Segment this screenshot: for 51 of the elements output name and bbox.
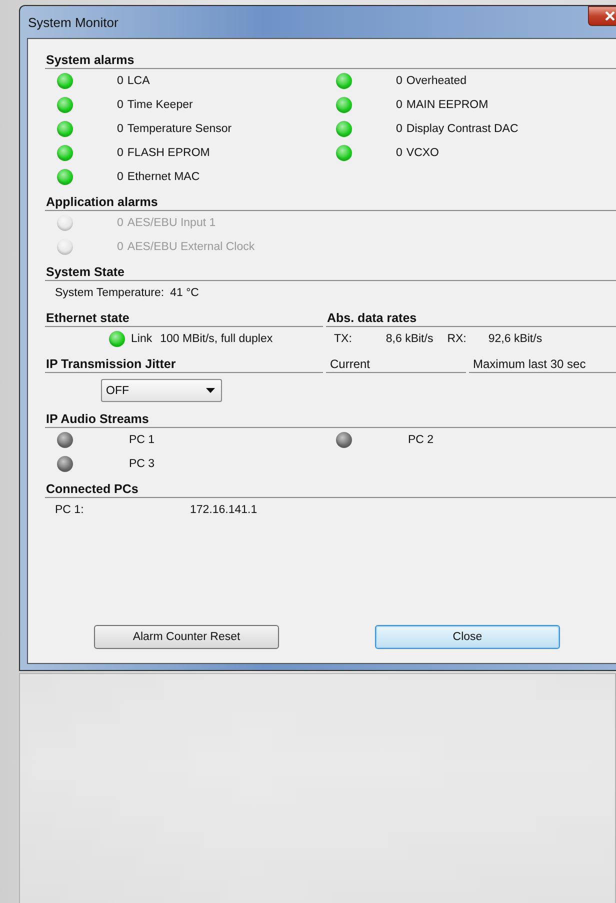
alarm-count: 0 (396, 147, 402, 159)
alarm-count: 0 (117, 241, 124, 253)
jitter-dropdown[interactable]: OFF (101, 379, 222, 402)
link-label: Link (131, 333, 152, 345)
section-heading: IP Transmission Jitter (45, 357, 323, 373)
section-heading: IP Audio Streams (45, 412, 616, 428)
alarm-label: VCXO (406, 147, 439, 159)
alarm-label: Ethernet MAC (127, 171, 200, 183)
section-heading: Application alarms (45, 195, 616, 211)
dialog-button[interactable]: Alarm Counter Reset (94, 625, 279, 649)
column-heading: Maximum last 30 sec (469, 357, 616, 373)
alarm-count: 0 (117, 217, 124, 229)
temperature-label: System Temperature: (55, 287, 164, 299)
alarm-label: Display Contrast DAC (406, 123, 518, 135)
temperature-value: 41 °C (170, 287, 199, 299)
rx-label: RX: (447, 333, 466, 345)
alarm-count: 0 (117, 75, 124, 87)
window-title: System Monitor (28, 14, 118, 30)
stream-label: PC 3 (129, 458, 155, 470)
alarm-count: 0 (117, 171, 124, 183)
section-heading: Abs. data rates (326, 311, 616, 327)
pc-address: 172.16.141.1 (190, 504, 258, 516)
alarm-label: Overheated (406, 75, 467, 87)
caret-icon (206, 388, 215, 393)
alarm-label: Time Keeper (127, 99, 193, 111)
alarm-label: LCA (127, 75, 150, 87)
alarm-count: 0 (117, 99, 124, 111)
alarm-count: 0 (396, 123, 402, 135)
alarm-label: AES/EBU Input 1 (127, 217, 216, 229)
link-speed: 100 MBit/s, full duplex (160, 333, 273, 345)
alarm-label: Temperature Sensor (127, 123, 232, 135)
alarm-label: FLASH EPROM (127, 147, 210, 159)
dialog-button[interactable]: Close (375, 625, 560, 649)
alarm-count: 0 (117, 147, 124, 159)
tx-label: TX: (334, 333, 352, 345)
close-icon (604, 11, 614, 21)
stream-label: PC 2 (408, 434, 434, 446)
stream-label: PC 1 (129, 434, 155, 446)
alarm-label: MAIN EEPROM (406, 99, 488, 111)
alarm-count: 0 (396, 99, 402, 111)
tx-rate: 8,6 kBit/s (386, 333, 434, 345)
column-heading: Current (326, 357, 466, 373)
section-heading: Connected PCs (45, 482, 616, 498)
pc-name: PC 1: (55, 504, 85, 516)
section-heading: System alarms (45, 53, 616, 69)
section-heading: Ethernet state (45, 311, 323, 327)
alarm-count: 0 (117, 123, 124, 135)
alarm-label: AES/EBU External Clock (127, 241, 255, 253)
section-heading: System State (45, 265, 616, 281)
rx-rate: 92,6 kBit/s (488, 333, 542, 345)
alarm-count: 0 (396, 75, 402, 87)
